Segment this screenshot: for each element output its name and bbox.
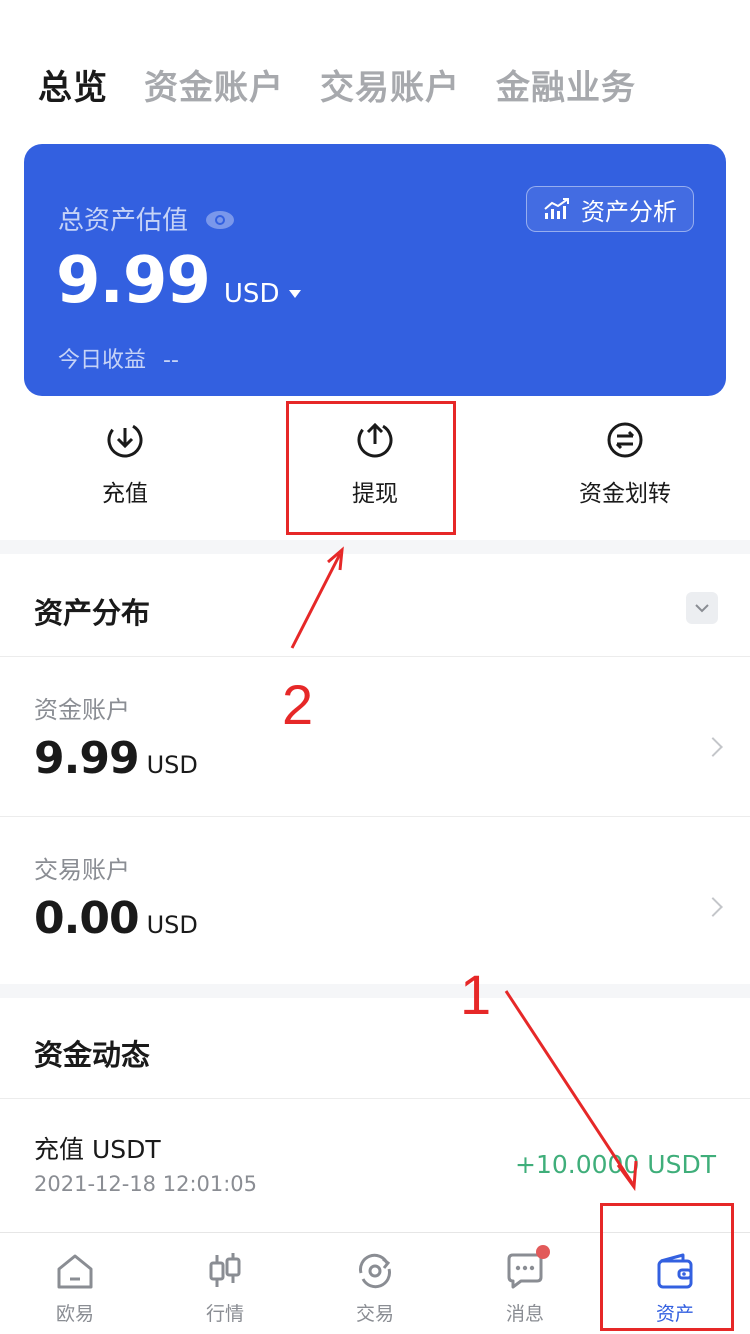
- chart-up-icon: [544, 198, 569, 219]
- tab-financial-services[interactable]: 金融业务: [496, 60, 636, 109]
- nav-label: 欧易: [55, 1303, 94, 1325]
- account-name: 资金账户: [34, 696, 130, 724]
- account-name: 交易账户: [34, 856, 130, 884]
- nav-label: 行情: [205, 1303, 244, 1325]
- total-assets-label: 总资产估值: [58, 206, 189, 236]
- asset-analysis-button[interactable]: 资产分析: [526, 186, 694, 232]
- tab-funding-account[interactable]: 资金账户: [144, 60, 284, 109]
- nav-label: 消息: [505, 1303, 544, 1325]
- nav-trade[interactable]: 交易: [300, 1233, 450, 1334]
- nav-label: 交易: [355, 1303, 394, 1325]
- account-unit: USD: [146, 911, 198, 939]
- annotation-arrow-2: [290, 546, 344, 649]
- fund-activity-title: 资金动态: [34, 1038, 151, 1072]
- account-unit: USD: [146, 751, 198, 779]
- nav-home[interactable]: 欧易: [0, 1233, 150, 1334]
- notification-badge: [536, 1245, 550, 1259]
- divider: [0, 816, 750, 817]
- section-separator: [0, 540, 750, 554]
- annotation-box-withdraw: [286, 401, 456, 535]
- total-assets-card: 总资产估值 资产分析 9.99 USD 今日收益 --: [24, 144, 726, 396]
- currency-selector[interactable]: USD: [224, 279, 302, 309]
- deposit-button[interactable]: 充值: [0, 420, 250, 530]
- account-amount: 0.00: [34, 893, 140, 944]
- annotation-number-2: 2: [282, 673, 314, 736]
- today-earnings-label: 今日收益: [58, 348, 147, 373]
- asset-distribution-title: 资产分布: [34, 596, 151, 630]
- funding-account-row[interactable]: 资金账户 9.99 USD: [34, 690, 198, 784]
- home-icon: [57, 1254, 93, 1289]
- annotation-number-1: 1: [460, 963, 492, 1026]
- nav-market[interactable]: 行情: [150, 1233, 300, 1334]
- chevron-right-icon[interactable]: [703, 897, 723, 917]
- today-earnings-value: --: [163, 348, 179, 373]
- chevron-down-icon: [695, 604, 709, 613]
- chevron-right-icon[interactable]: [703, 737, 723, 757]
- market-icon: [209, 1253, 241, 1287]
- today-earnings: 今日收益 --: [58, 342, 179, 374]
- tab-overview[interactable]: 总览: [38, 60, 108, 109]
- eye-icon[interactable]: [204, 208, 236, 230]
- annotation-arrow-1: [504, 990, 638, 1192]
- divider: [0, 656, 750, 657]
- account-value: 9.99 USD: [34, 733, 198, 784]
- trading-account-row[interactable]: 交易账户 0.00 USD: [34, 850, 198, 944]
- trade-icon: [359, 1253, 391, 1289]
- asset-analysis-label: 资产分析: [581, 197, 677, 226]
- caret-down-icon: [289, 290, 302, 298]
- activity-time: 2021-12-18 12:01:05: [34, 1172, 258, 1196]
- annotation-box-assets: [600, 1203, 734, 1331]
- account-amount: 9.99: [34, 733, 140, 784]
- total-assets-label-row: 总资产估值: [58, 200, 236, 237]
- top-tabs: 总览 资金账户 交易账户 金融业务: [38, 60, 672, 109]
- currency-label: USD: [223, 279, 280, 309]
- nav-messages[interactable]: 消息: [450, 1233, 600, 1334]
- total-balance: 9.99: [56, 244, 211, 318]
- deposit-icon: [107, 422, 143, 458]
- tab-trading-account[interactable]: 交易账户: [320, 60, 460, 109]
- deposit-label: 充值: [102, 481, 148, 507]
- balance-row: 9.99 USD: [56, 244, 302, 318]
- transfer-label: 资金划转: [579, 481, 671, 507]
- expand-toggle[interactable]: [686, 592, 718, 624]
- transfer-button[interactable]: 资金划转: [500, 420, 750, 530]
- account-value: 0.00 USD: [34, 893, 198, 944]
- transfer-icon: [607, 422, 643, 458]
- activity-title: 充值 USDT: [34, 1135, 161, 1164]
